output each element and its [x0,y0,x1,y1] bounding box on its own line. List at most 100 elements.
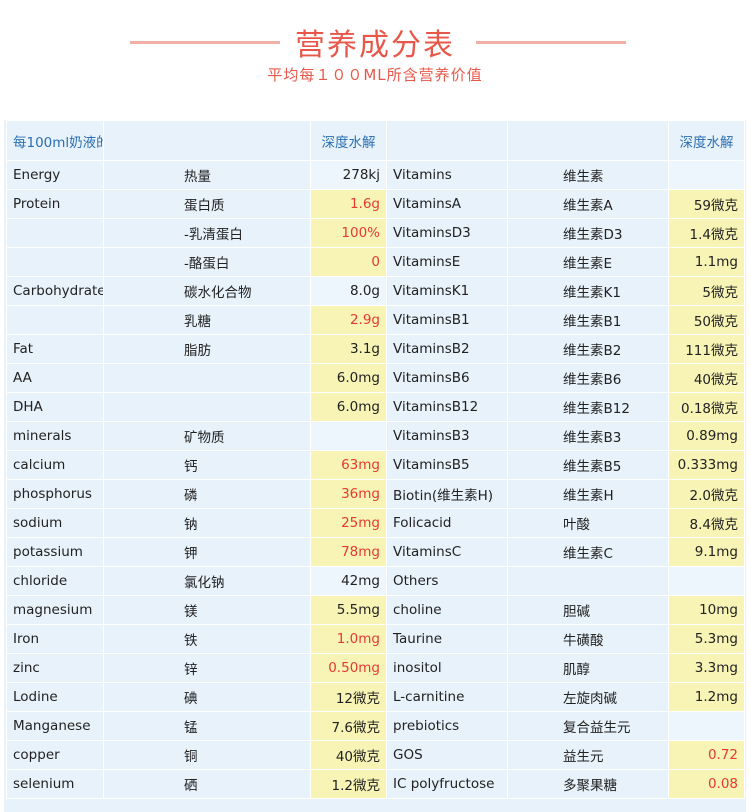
nutrient-en-cell [6,247,104,277]
nutrient-cn-cell [103,392,311,422]
table-row: phosphorus 磷 36mg Biotin(维生素H) 维生素H 2.0微克 [6,479,745,509]
nutrient-en-cell [6,305,104,335]
vitamin-cn-cell: 维生素A [507,189,669,219]
table-row: -酪蛋白 0 VitaminsE 维生素E 1.1mg [6,247,745,277]
value-right-cell [668,711,745,741]
vitamin-en-cell: Folicacid [386,508,508,538]
header-cell [386,120,508,161]
nutrient-cn-cell: 碘 [103,682,311,712]
value-left-cell: 0.50mg [310,653,387,683]
value-right-cell: 1.4微克 [668,218,745,248]
value-right-cell: 0.333mg [668,450,745,480]
nutrient-en-cell: chloride [6,566,104,596]
nutrient-en-cell: sodium [6,508,104,538]
table-row: magnesium 镁 5.5mg choline 胆碱 10mg [6,595,745,625]
nutrient-en-cell: Carbohydrate [6,276,104,306]
value-right-cell: 40微克 [668,363,745,393]
vitamin-cn-cell: 维生素D3 [507,218,669,248]
nutrient-en-cell: zinc [6,653,104,683]
page-subtitle: 平均每１００ML所含营养价值 [267,66,483,84]
header-cell [103,120,311,161]
vitamin-en-cell: VitaminsD3 [386,218,508,248]
table-row: potassium 钾 78mg VitaminsC 维生素C 9.1mg [6,537,745,567]
vitamin-en-cell: GOS [386,740,508,770]
page-header: 营养成分表 平均每１００ML所含营养价值 [0,0,750,112]
table-row: 乳糖 2.9g VitaminsB1 维生素B1 50微克 [6,305,745,335]
nutrient-en-cell: magnesium [6,595,104,625]
value-left-cell: 3.1g [310,334,387,364]
header-cell: 每100ml奶液的含量 [6,120,104,161]
nutrient-en-cell: potassium [6,537,104,567]
nutrient-cn-cell [103,363,311,393]
title-divider-right [476,41,626,44]
value-left-cell: 25mg [310,508,387,538]
nutrient-cn-cell: 锰 [103,711,311,741]
value-right-cell [668,566,745,596]
nutrient-cn-cell: 蛋白质 [103,189,311,219]
value-right-cell [668,160,745,190]
vitamin-cn-cell: 维生素B5 [507,450,669,480]
value-left-cell: 12微克 [310,682,387,712]
vitamin-cn-cell: 维生素K1 [507,276,669,306]
value-left-cell: 6.0mg [310,392,387,422]
page-title: 营养成分表 [295,28,455,63]
vitamin-cn-cell: 维生素B2 [507,334,669,364]
vitamin-cn-cell: 维生素H [507,479,669,509]
table-row: Iron 铁 1.0mg Taurine 牛磺酸 5.3mg [6,624,745,654]
nutrient-en-cell: selenium [6,769,104,799]
vitamin-en-cell: VitaminsC [386,537,508,567]
nutrient-cn-cell: 碳水化合物 [103,276,311,306]
table-row: copper 铜 40微克 GOS 益生元 0.72 [6,740,745,770]
vitamin-cn-cell: 维生素B6 [507,363,669,393]
value-left-cell: 42mg [310,566,387,596]
vitamin-en-cell: prebiotics [386,711,508,741]
vitamin-en-cell: VitaminsB6 [386,363,508,393]
nutrient-en-cell: minerals [6,421,104,451]
value-left-cell: 5.5mg [310,595,387,625]
value-left-cell: 6.0mg [310,363,387,393]
nutrient-cn-cell: 镁 [103,595,311,625]
value-right-cell: 0.89mg [668,421,745,451]
value-left-cell: 100% [310,218,387,248]
vitamin-cn-cell: 牛磺酸 [507,624,669,654]
vitamin-cn-cell: 复合益生元 [507,711,669,741]
value-left-cell: 1.0mg [310,624,387,654]
nutrient-cn-cell: -酪蛋白 [103,247,311,277]
nutrient-cn-cell: 硒 [103,769,311,799]
value-right-cell: 5微克 [668,276,745,306]
nutrient-en-cell: DHA [6,392,104,422]
value-left-cell: 1.6g [310,189,387,219]
vitamin-en-cell: Vitamins [386,160,508,190]
value-right-cell: 50微克 [668,305,745,335]
vitamin-en-cell: Biotin(维生素H) [386,479,508,509]
value-right-cell: 10mg [668,595,745,625]
nutrient-cn-cell: 磷 [103,479,311,509]
value-left-cell: 2.9g [310,305,387,335]
nutrient-en-cell: Lodine [6,682,104,712]
value-right-cell: 1.1mg [668,247,745,277]
nutrient-cn-cell: 铁 [103,624,311,654]
header-cell-hydrolyzed-right: 深度水解 [668,120,745,161]
table-row: -乳清蛋白 100% VitaminsD3 维生素D3 1.4微克 [6,218,745,248]
nutrient-en-cell: Fat [6,334,104,364]
table-row: sodium 钠 25mg Folicacid 叶酸 8.4微克 [6,508,745,538]
value-right-cell: 59微克 [668,189,745,219]
nutrient-en-cell: Iron [6,624,104,654]
vitamin-en-cell: VitaminsB1 [386,305,508,335]
vitamin-cn-cell [507,566,669,596]
nutrient-cn-cell: 热量 [103,160,311,190]
vitamin-cn-cell: 胆碱 [507,595,669,625]
value-left-cell [310,421,387,451]
value-left-cell: 36mg [310,479,387,509]
value-left-cell: 40微克 [310,740,387,770]
vitamin-en-cell: VitaminsA [386,189,508,219]
table-row: AA 6.0mg VitaminsB6 维生素B6 40微克 [6,363,745,393]
vitamin-en-cell: L-carnitine [386,682,508,712]
table-row: Manganese 锰 7.6微克 prebiotics 复合益生元 [6,711,745,741]
table-row: minerals 矿物质 VitaminsB3 维生素B3 0.89mg [6,421,745,451]
nutrient-en-cell: AA [6,363,104,393]
table-row: selenium 硒 1.2微克 IC polyfructose 多聚果糖 0.08 [6,769,745,799]
nutrient-cn-cell: 钾 [103,537,311,567]
value-left-cell: 278kj [310,160,387,190]
nutrient-en-cell: phosphorus [6,479,104,509]
